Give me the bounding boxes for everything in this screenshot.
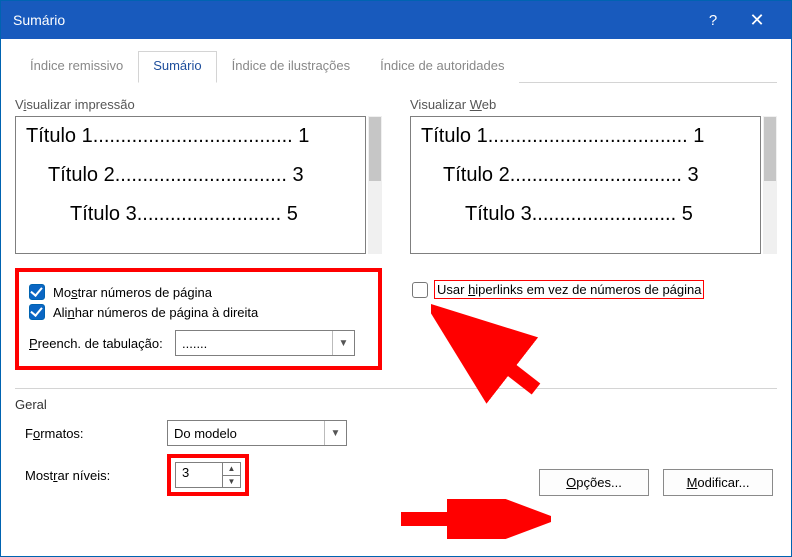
scrollbar-thumb[interactable]	[369, 117, 381, 181]
preview-row-1: Título 1................................…	[26, 125, 355, 148]
tab-illustrations-index[interactable]: Índice de ilustrações	[217, 51, 366, 83]
bottom-buttons: Opções... Modificar...	[539, 469, 773, 496]
web-preview-label: Visualizar Web	[410, 97, 777, 112]
toc-dialog: Sumário ? ✕ Índice remissivo Sumário Índ…	[0, 0, 792, 557]
tabstrip: Índice remissivo Sumário Índice de ilust…	[15, 51, 777, 83]
tab-index-remissive[interactable]: Índice remissivo	[15, 51, 138, 83]
tab-leader-label: Preench. de tabulação:	[29, 336, 167, 351]
web-preview-row-1: Título 1................................…	[421, 125, 750, 148]
preview-row-3: Título 3.......................... 5	[70, 203, 355, 226]
spinner-down-button[interactable]: ▼	[223, 476, 240, 488]
use-hyperlinks-label: Usar hiperlinks em vez de números de pág…	[437, 282, 701, 297]
formats-value: Do modelo	[174, 426, 237, 441]
right-align-page-numbers-label: Alinhar números de página à direita	[53, 305, 258, 320]
close-button[interactable]: ✕	[735, 1, 779, 39]
print-preview-label: Visualizar impressão	[15, 97, 382, 112]
spinner-up-button[interactable]: ▲	[223, 463, 240, 476]
print-preview: Título 1................................…	[15, 116, 366, 254]
show-levels-spinner[interactable]: 3 ▲ ▼	[175, 462, 241, 488]
annotation-left-box: Mostrar números de página Alinhar número…	[15, 268, 382, 370]
show-levels-value[interactable]: 3	[176, 463, 222, 487]
annotation-levels-box: 3 ▲ ▼	[167, 454, 249, 496]
help-button[interactable]: ?	[691, 1, 735, 39]
show-levels-label: Mostrar níveis:	[25, 468, 155, 483]
chevron-down-icon: ▼	[332, 331, 354, 355]
preview-row-2: Título 2............................... …	[48, 164, 355, 187]
show-page-numbers-checkbox[interactable]	[29, 284, 45, 300]
tab-leader-combo[interactable]: ....... ▼	[175, 330, 355, 356]
titlebar: Sumário ? ✕	[1, 1, 791, 39]
web-preview-row-3: Título 3.......................... 5	[465, 203, 750, 226]
general-group-label: Geral	[15, 397, 777, 412]
web-preview: Título 1................................…	[410, 116, 761, 254]
chevron-down-icon: ▼	[324, 421, 346, 445]
tab-summary[interactable]: Sumário	[138, 51, 216, 83]
tab-authorities-index[interactable]: Índice de autoridades	[365, 51, 519, 83]
dialog-title: Sumário	[13, 12, 691, 28]
divider	[15, 388, 777, 389]
formats-combo[interactable]: Do modelo ▼	[167, 420, 347, 446]
web-preview-scrollbar[interactable]	[763, 116, 777, 254]
annotation-hyperlinks-box: Usar hiperlinks em vez de números de pág…	[434, 280, 704, 299]
options-button[interactable]: Opções...	[539, 469, 649, 496]
right-align-page-numbers-checkbox[interactable]	[29, 304, 45, 320]
web-preview-row-2: Título 2............................... …	[443, 164, 750, 187]
modify-button[interactable]: Modificar...	[663, 469, 773, 496]
tab-summary-label: Sumário	[153, 58, 201, 73]
show-page-numbers-label: Mostrar números de página	[53, 285, 212, 300]
print-preview-scrollbar[interactable]	[368, 116, 382, 254]
left-column: Visualizar impressão Título 1...........…	[15, 97, 382, 370]
formats-label: Formatos:	[25, 426, 155, 441]
annotation-arrow-2	[391, 499, 551, 539]
tab-leader-value: .......	[182, 336, 207, 351]
scrollbar-thumb[interactable]	[764, 117, 776, 181]
right-column: Visualizar Web Título 1.................…	[410, 97, 777, 370]
use-hyperlinks-checkbox[interactable]	[412, 282, 428, 298]
